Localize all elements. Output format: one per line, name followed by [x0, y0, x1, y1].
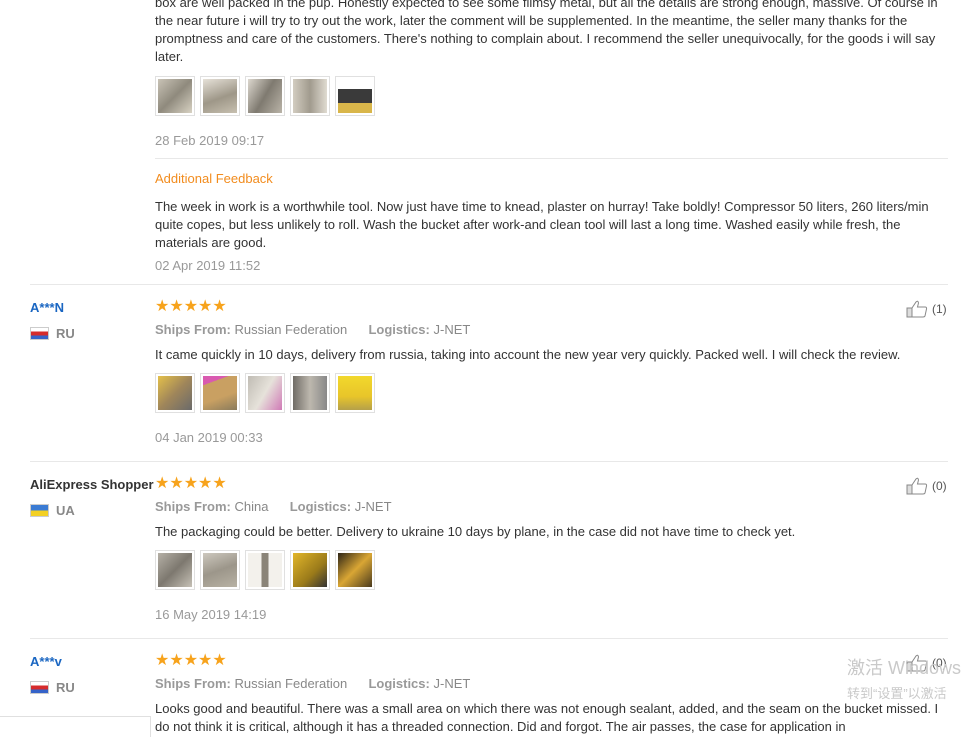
review-photo[interactable]: [245, 550, 285, 590]
review-photo[interactable]: [290, 550, 330, 590]
rating-stars: ★★★★★: [155, 475, 227, 492]
review-text: The packaging could be better. Delivery …: [155, 524, 796, 539]
ships-from-label: Ships From:: [155, 676, 231, 691]
review-photos: [155, 550, 375, 590]
logistics-value: J-NET: [433, 676, 471, 691]
additional-feedback-title: Additional Feedback: [155, 171, 273, 186]
divider: [30, 461, 948, 462]
review-photo[interactable]: [200, 76, 240, 116]
review-photo[interactable]: [290, 76, 330, 116]
logistics-value: J-NET: [354, 499, 392, 514]
reviewer-name: AliExpress Shopper: [30, 477, 154, 492]
helpful-button[interactable]: (0): [906, 477, 947, 495]
reviewer-country: RU: [30, 680, 75, 695]
helpful-count: (0): [932, 479, 947, 493]
review-photo[interactable]: [335, 373, 375, 413]
ships-from-label: Ships From:: [155, 322, 231, 337]
rating-stars: ★★★★★: [155, 652, 227, 669]
divider: [30, 284, 948, 285]
review-photo[interactable]: [200, 550, 240, 590]
ships-from-value: Russian Federation: [234, 322, 348, 337]
review-date: 04 Jan 2019 00:33: [155, 430, 263, 445]
ships-from-value: Russian Federation: [234, 676, 348, 691]
review-photo[interactable]: [155, 373, 195, 413]
reviewer-name[interactable]: A***N: [30, 300, 64, 315]
review-photo[interactable]: [245, 373, 285, 413]
windows-activation-watermark: 激活 Windows 转到“设置”以激活: [847, 654, 961, 702]
thumb-up-icon: [906, 477, 928, 495]
reviewer-name[interactable]: A***v: [30, 654, 62, 669]
country-code: UA: [56, 503, 75, 518]
logistics-label: Logistics:: [368, 322, 430, 337]
review-photo[interactable]: [335, 550, 375, 590]
shipping-info: Ships From: China Logistics: J-NET: [155, 499, 392, 514]
review-date: 28 Feb 2019 09:17: [155, 133, 265, 148]
review-photos: [155, 373, 375, 413]
russia-flag-icon: [30, 327, 49, 340]
additional-feedback-date: 02 Apr 2019 11:52: [155, 258, 261, 273]
review-photo[interactable]: [245, 76, 285, 116]
review-photo[interactable]: [200, 373, 240, 413]
review-date: 16 May 2019 14:19: [155, 607, 267, 622]
country-code: RU: [56, 326, 75, 341]
russia-flag-icon: [30, 681, 49, 694]
shipping-info: Ships From: Russian Federation Logistics…: [155, 676, 470, 691]
review-photos: [155, 76, 375, 116]
ukraine-flag-icon: [30, 504, 49, 517]
shipping-info: Ships From: Russian Federation Logistics…: [155, 322, 470, 337]
logistics-label: Logistics:: [368, 676, 430, 691]
review-text: Looks good and beautiful. There was a sm…: [155, 701, 939, 734]
review-photo[interactable]: [290, 373, 330, 413]
reviewer-country: UA: [30, 503, 75, 518]
watermark-line1: 激活 Windows: [847, 658, 962, 678]
logistics-value: J-NET: [433, 322, 471, 337]
review-photo[interactable]: [335, 76, 375, 116]
divider: [155, 158, 948, 159]
additional-feedback-text: The week in work is a worthwhile tool. N…: [155, 199, 929, 250]
helpful-button[interactable]: (1): [906, 300, 947, 318]
review-photo[interactable]: [155, 76, 195, 116]
review-text: box are well packed in the pup. Honestly…: [155, 0, 938, 64]
watermark-line2: 转到“设置”以激活: [847, 686, 947, 701]
country-code: RU: [56, 680, 75, 695]
ships-from-label: Ships From:: [155, 499, 231, 514]
rating-stars: ★★★★★: [155, 298, 227, 315]
review-photo[interactable]: [155, 550, 195, 590]
divider: [30, 638, 948, 639]
review-text: It came quickly in 10 days, delivery fro…: [155, 347, 901, 362]
logistics-label: Logistics:: [289, 499, 352, 514]
thumb-up-icon: [906, 300, 928, 318]
helpful-count: (1): [932, 302, 947, 316]
reviewer-country: RU: [30, 326, 75, 341]
ships-from-value: China: [234, 499, 269, 514]
